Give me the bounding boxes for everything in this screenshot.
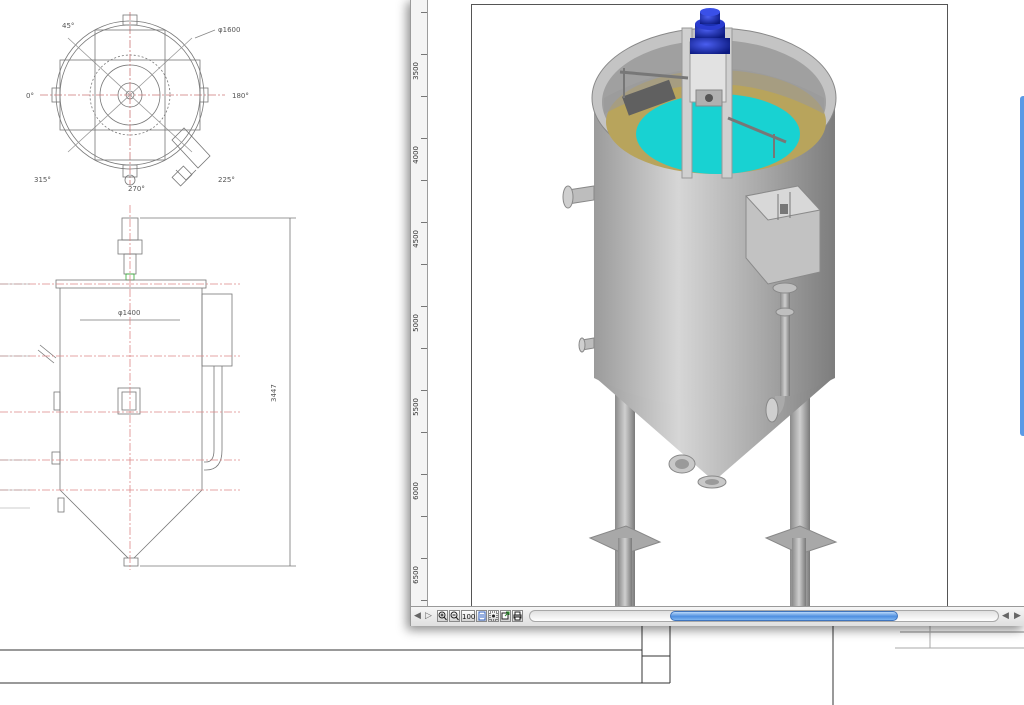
zoom-in-icon xyxy=(438,611,447,621)
fit-page-icon xyxy=(489,611,498,621)
ruler-label-5000: 5000 xyxy=(412,314,420,332)
zoom-100-button[interactable]: 100 xyxy=(461,610,475,622)
scroll-right-arrow-icon[interactable]: ▷ xyxy=(425,611,432,621)
document-icon xyxy=(478,611,485,621)
tank-3d-model[interactable] xyxy=(428,0,1024,606)
motor-icon xyxy=(690,8,730,54)
front-view xyxy=(37,217,296,567)
zoom-out-icon xyxy=(450,611,459,621)
horizontal-scroll-thumb[interactable] xyxy=(670,611,898,621)
angle-315-label: 315° xyxy=(34,176,51,184)
title-block xyxy=(0,620,1024,705)
angle-225-label: 225° xyxy=(218,176,235,184)
export-icon xyxy=(501,611,510,620)
export-button[interactable] xyxy=(500,610,511,622)
ruler-label-3500: 3500 xyxy=(412,62,420,80)
zoom-out-button[interactable] xyxy=(449,610,460,622)
print-button[interactable] xyxy=(512,610,523,622)
angle-0-label: 0° xyxy=(26,92,34,100)
vertical-ruler: 3500 4000 4500 5000 5500 6000 6500 xyxy=(411,0,428,606)
angle-270-label: 270° xyxy=(128,185,145,193)
scroll-right-end-arrow-icon[interactable]: ▶ xyxy=(1014,611,1021,621)
height-dimension-label: 3447 xyxy=(270,384,278,402)
top-diameter-label: φ1600 xyxy=(218,26,240,34)
status-bar: ◀ ▷ 100 ◀ ▶ xyxy=(411,606,1024,626)
angle-45-label: 45° xyxy=(62,22,74,30)
ruler-label-4500: 4500 xyxy=(412,230,420,248)
front-diameter-label: φ1400 xyxy=(118,309,140,317)
ruler-label-6500: 6500 xyxy=(412,566,420,584)
top-view xyxy=(40,12,225,187)
zoom-in-button[interactable] xyxy=(437,610,448,622)
angle-180-label: 180° xyxy=(232,92,249,100)
centerlines xyxy=(0,205,240,570)
ruler-label-6000: 6000 xyxy=(412,482,420,500)
scroll-left-arrow-icon[interactable]: ◀ xyxy=(414,611,421,621)
right-edge-handle[interactable] xyxy=(1020,96,1024,436)
print-icon xyxy=(513,611,522,621)
ruler-label-5500: 5500 xyxy=(412,398,420,416)
drawing-canvas[interactable] xyxy=(428,0,1024,626)
horizontal-scrollbar[interactable] xyxy=(529,610,999,622)
fit-page-button[interactable] xyxy=(488,610,499,622)
viewer-window: 3500 4000 4500 5000 5500 6000 6500 ◀ ▷ 1… xyxy=(410,0,1024,626)
page-view-button[interactable] xyxy=(476,610,487,622)
scroll-left-end-arrow-icon[interactable]: ◀ xyxy=(1002,611,1009,621)
ruler-label-4000: 4000 xyxy=(412,146,420,164)
